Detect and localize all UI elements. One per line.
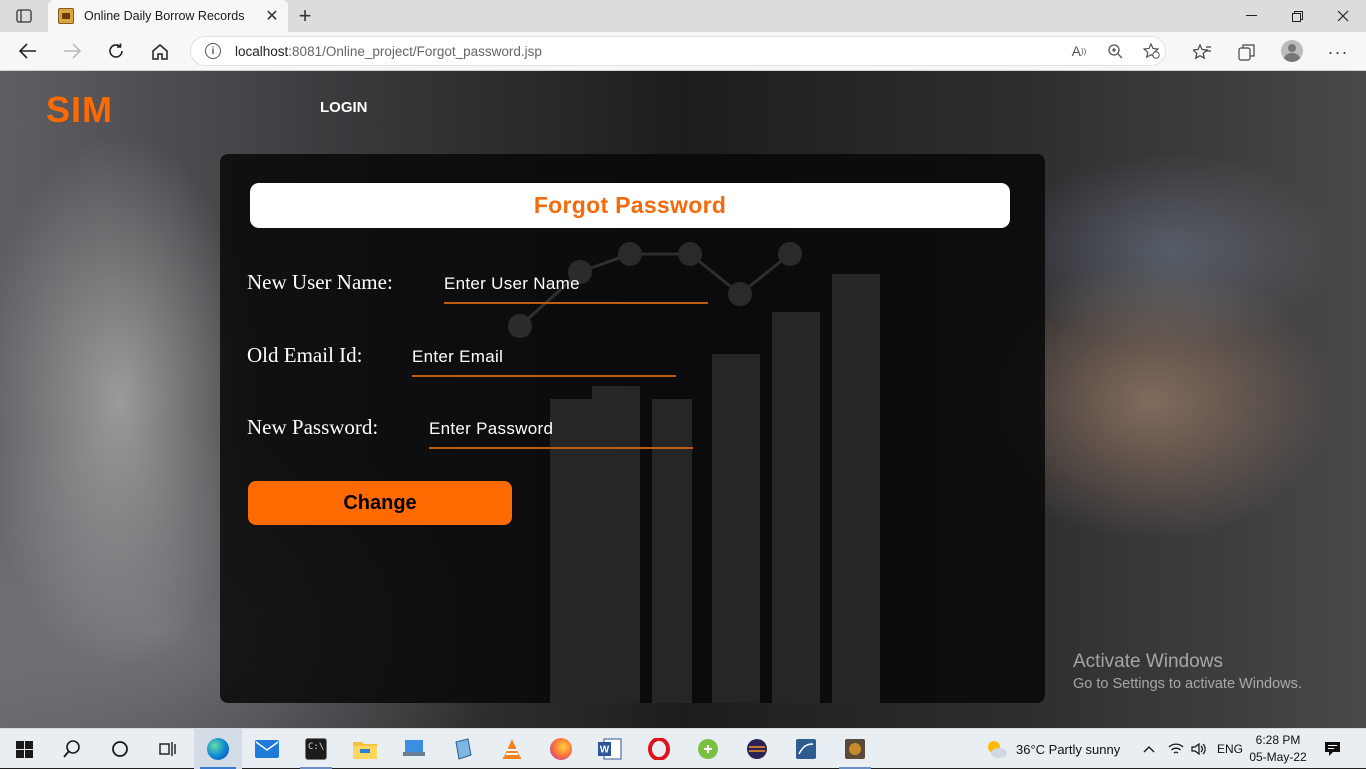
wifi-icon[interactable] [1168, 729, 1184, 769]
tab-close-icon[interactable]: ✕ [260, 4, 284, 28]
watermark-line2: Go to Settings to activate Windows. [1073, 676, 1302, 692]
browser-tab-bar: Online Daily Borrow Records ✕ + [0, 0, 1366, 32]
activate-windows-watermark: Activate Windows Go to Settings to activ… [1073, 651, 1302, 692]
system-clock[interactable]: 6:28 PM 05-May-22 [1240, 732, 1316, 766]
notepad-icon[interactable] [439, 729, 487, 769]
weather-text: 36°C Partly sunny [1016, 741, 1121, 757]
url-text: localhost:8081/Online_project/Forgot_pas… [235, 44, 542, 59]
password-input[interactable] [429, 419, 693, 449]
password-label: New Password: [247, 415, 379, 439]
username-label: New User Name: [247, 270, 393, 294]
form-heading-box: Forgot Password [250, 183, 1010, 228]
close-window-icon[interactable] [1320, 0, 1366, 32]
file-explorer-icon[interactable] [341, 729, 389, 769]
this-pc-icon[interactable] [390, 729, 438, 769]
tab-title: Online Daily Borrow Records [84, 9, 245, 23]
app-window-icon[interactable] [831, 729, 879, 769]
home-icon[interactable] [144, 36, 176, 66]
start-icon[interactable] [0, 729, 48, 769]
notifications-icon[interactable] [1324, 729, 1341, 769]
utility-app-icon[interactable] [684, 729, 732, 769]
favorites-icon[interactable] [1189, 39, 1215, 65]
command-prompt-icon[interactable]: C:\ [292, 729, 340, 769]
clock-time: 6:28 PM [1255, 733, 1301, 747]
cortana-icon[interactable] [96, 729, 144, 769]
nav-login-link[interactable]: LOGIN [320, 99, 368, 116]
mail-icon[interactable] [243, 729, 291, 769]
address-bar[interactable]: i localhost:8081/Online_project/Forgot_p… [190, 36, 1166, 66]
back-icon[interactable] [12, 36, 44, 66]
zoom-icon[interactable] [1102, 38, 1128, 64]
mysql-workbench-icon[interactable] [782, 729, 830, 769]
firefox-icon[interactable] [537, 729, 585, 769]
refresh-icon[interactable] [100, 36, 132, 66]
browser-nav-bar: i localhost:8081/Online_project/Forgot_p… [0, 32, 1366, 71]
forgot-password-panel: Forgot Password New User Name: Old Email… [220, 154, 1045, 703]
add-favorite-icon[interactable] [1138, 38, 1164, 64]
site-info-icon[interactable]: i [205, 43, 221, 59]
weather-widget[interactable]: 36°C Partly sunny [985, 729, 1120, 769]
site-logo[interactable]: SIM [46, 89, 113, 131]
url-host: localhost [235, 43, 289, 59]
profile-avatar[interactable] [1281, 40, 1303, 62]
email-input[interactable] [412, 347, 676, 377]
show-hidden-icons-icon[interactable] [1143, 729, 1155, 769]
vlc-icon[interactable] [488, 729, 536, 769]
url-path: :8081/Online_project/Forgot_password.jsp [288, 43, 542, 59]
task-view-icon[interactable] [144, 729, 192, 769]
watermark-line1: Activate Windows [1073, 651, 1223, 672]
read-aloud-icon[interactable]: A)) [1066, 38, 1092, 64]
clock-date: 05-May-22 [1249, 750, 1307, 764]
windows-taskbar: C:\ W 36°C Partly sunny ENG 6:28 PM 05-M… [0, 728, 1366, 769]
tab-actions-icon[interactable] [8, 4, 40, 28]
collections-icon[interactable] [1233, 39, 1259, 65]
username-input[interactable] [444, 274, 708, 304]
word-icon[interactable]: W [586, 729, 634, 769]
restore-icon[interactable] [1274, 0, 1320, 32]
forward-icon[interactable] [56, 36, 88, 66]
weather-icon [988, 741, 1007, 758]
search-icon[interactable] [48, 729, 96, 769]
site-favicon-icon [58, 8, 74, 24]
email-label: Old Email Id: [247, 343, 363, 367]
svg-text:W: W [600, 745, 610, 756]
form-heading: Forgot Password [533, 192, 727, 218]
eclipse-icon[interactable] [733, 729, 781, 769]
edge-icon[interactable] [194, 729, 242, 769]
browser-tab[interactable]: Online Daily Borrow Records ✕ [48, 0, 288, 32]
minimize-icon[interactable] [1228, 0, 1274, 32]
change-button[interactable]: Change [248, 481, 512, 525]
more-options-icon[interactable]: ··· [1325, 39, 1351, 65]
volume-icon[interactable] [1191, 729, 1207, 769]
page-content: SIM LOGIN Forgot Password New User Name:… [0, 71, 1366, 728]
new-tab-icon[interactable]: + [292, 3, 318, 28]
opera-icon[interactable] [635, 729, 683, 769]
